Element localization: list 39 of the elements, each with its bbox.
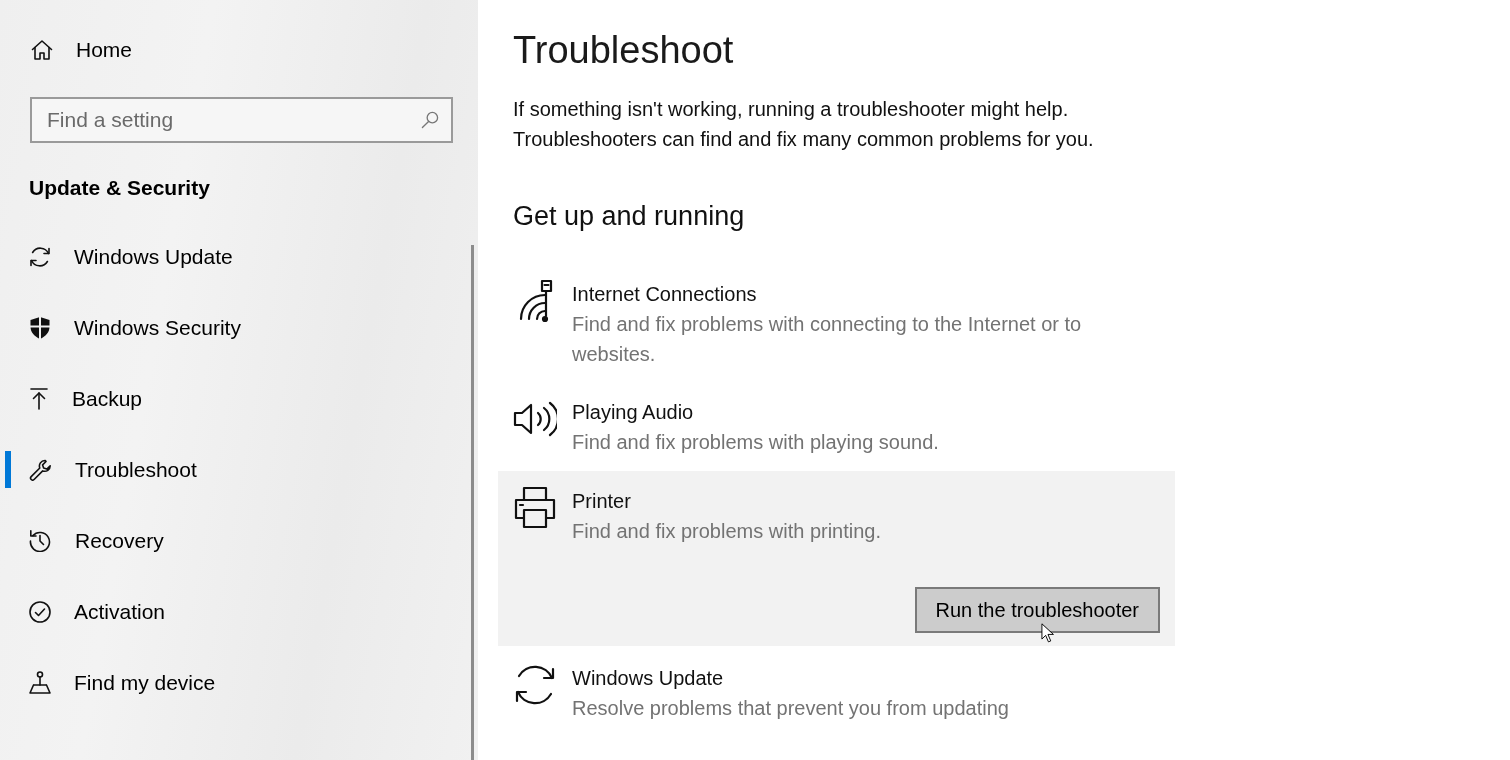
home-link[interactable]: Home	[0, 26, 460, 74]
page-title: Troubleshoot	[513, 28, 734, 73]
section-heading: Get up and running	[513, 200, 745, 233]
nav-item[interactable]: Backup	[0, 363, 460, 434]
troubleshooter-item[interactable]: Playing Audio Find and fix problems with playing sound.	[498, 383, 1175, 471]
home-icon	[31, 39, 53, 61]
troubleshooter-title: Printer	[572, 489, 631, 514]
search-icon	[421, 111, 439, 129]
joystick-icon	[29, 671, 51, 694]
search-field[interactable]: Find a setting	[30, 97, 453, 143]
troubleshooter-item[interactable]: Printer Find and fix problems with printing. Run the troubleshooter	[498, 471, 1175, 646]
troubleshooter-description: Resolve problems that prevent you from updating	[572, 696, 1009, 721]
run-button[interactable]: Run the troubleshooter	[914, 587, 1160, 633]
sync-icon	[513, 663, 557, 707]
check-circle-icon	[29, 600, 51, 623]
troubleshooter-title: Internet Connections	[572, 282, 757, 307]
troubleshooter-description: Find and fix problems with playing sound.	[572, 430, 939, 455]
intro-text: If something isn't working, running a troubleshooter might help. Troubleshooters can find and fix many common problems for you.	[513, 97, 1095, 152]
nav-item[interactable]: Windows Security	[0, 292, 460, 363]
troubleshooter-title: Windows Update	[572, 666, 724, 691]
nav-item[interactable]: Troubleshoot	[0, 434, 460, 505]
shield-icon	[29, 315, 51, 340]
scrollbar[interactable]	[471, 245, 474, 760]
up-arrow-icon	[29, 387, 49, 410]
nav-item[interactable]: Windows Update	[0, 221, 460, 292]
troubleshooter-item[interactable]: Windows Update Resolve problems that prevent you from updating	[498, 649, 1175, 737]
clock-arrow-icon	[29, 529, 52, 552]
troubleshooter-title: Playing Audio	[572, 400, 694, 425]
troubleshooter-description: Find and fix problems with printing.	[572, 519, 882, 544]
nav-item[interactable]: Find my device	[0, 647, 460, 718]
nav-item[interactable]: Recovery	[0, 505, 460, 576]
section-title: Update & Security	[29, 175, 210, 201]
mouse-cursor-icon	[1041, 623, 1054, 644]
sync-icon	[29, 245, 51, 268]
nav-item[interactable]: Activation	[0, 576, 460, 647]
troubleshooter-item[interactable]: Internet Connections Find and fix problems with connecting to the Internet or to websites.	[498, 265, 1175, 383]
printer-icon	[513, 486, 557, 530]
wrench-icon	[29, 458, 52, 481]
troubleshooter-description: Find and fix problems with connecting to the Internet or to websites.	[572, 312, 1083, 367]
